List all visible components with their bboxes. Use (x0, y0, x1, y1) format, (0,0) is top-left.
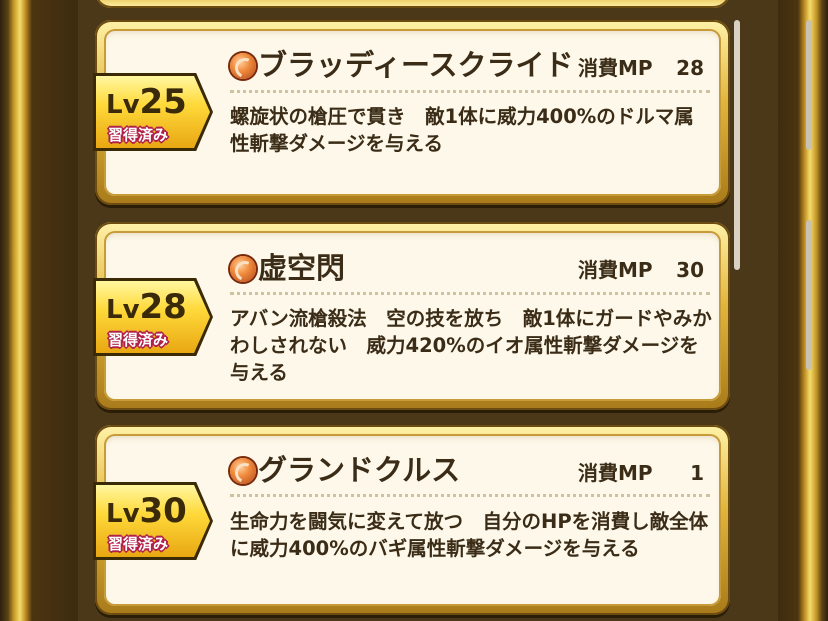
level-text: Lv28 (106, 287, 187, 327)
outer-scroll-track (806, 20, 812, 150)
previous-card-edge (95, 0, 730, 8)
skill-description: アバン流槍殺法 空の技を放ち 敵1体にガードやみかわしされない 威力420%のイ… (230, 307, 712, 384)
learned-label: 習得済み (108, 535, 169, 553)
mp-cost-value: 28 (676, 56, 704, 80)
outer-scroll-track (806, 220, 812, 370)
spear-skill-icon (230, 256, 256, 282)
level-badge: Lv30 習得済み (93, 482, 213, 560)
level-text: Lv25 (106, 82, 187, 122)
skill-name: ブラッディースクライド (258, 48, 574, 82)
learned-label: 習得済み (108, 126, 169, 144)
mp-cost-label: 消費MP (578, 461, 653, 485)
skill-description: 生命力を闘気に変えて放つ 自分のHPを消費し敵全体に威力400%のバギ属性斬撃ダ… (230, 510, 709, 560)
learned-label: 習得済み (108, 331, 169, 349)
mp-cost-value: 30 (676, 258, 704, 282)
right-frame-border (772, 0, 828, 621)
scrollbar[interactable] (734, 20, 740, 270)
left-frame-border (0, 0, 86, 621)
spear-skill-icon (230, 53, 256, 79)
divider (230, 494, 710, 497)
skill-description: 螺旋状の槍圧で貫き 敵1体に威力400%のドルマ属性斬撃ダメージを与える (230, 105, 694, 155)
divider (230, 90, 710, 93)
divider (230, 292, 710, 295)
mp-cost-label: 消費MP (578, 56, 653, 80)
skill-name: 虚空閃 (258, 251, 346, 285)
mp-cost-label: 消費MP (578, 258, 653, 282)
spear-skill-icon (230, 458, 256, 484)
level-text: Lv30 (106, 491, 187, 531)
skill-name: グランドクルス (258, 453, 461, 487)
level-badge: Lv28 習得済み (93, 278, 213, 356)
mp-cost-value: 1 (690, 461, 704, 485)
level-badge: Lv25 習得済み (93, 73, 213, 151)
